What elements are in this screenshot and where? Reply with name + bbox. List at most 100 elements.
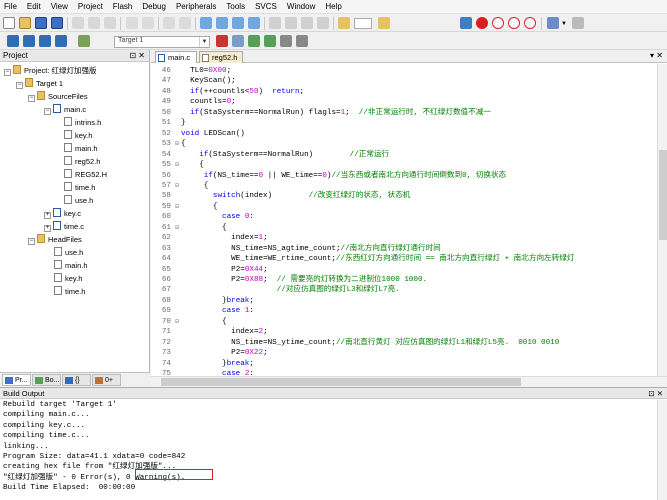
tree-group-sourcefiles[interactable]: − SourceFiles: [28, 90, 88, 103]
tab-main-c[interactable]: main.c: [155, 51, 197, 63]
uncomment-icon[interactable]: [317, 17, 329, 29]
tab-project-1[interactable]: Bo...: [32, 374, 61, 386]
redo-icon[interactable]: [142, 17, 154, 29]
expand-icon[interactable]: −: [28, 238, 35, 245]
tree-file-use-h[interactable]: use.h: [54, 246, 83, 259]
copy-icon[interactable]: [88, 17, 100, 29]
editor-vertical-scroll-thumb[interactable]: [659, 150, 667, 240]
save-all-icon[interactable]: [51, 17, 63, 29]
expand-icon[interactable]: −: [44, 108, 51, 115]
new-file-icon[interactable]: [3, 17, 15, 29]
comment-icon[interactable]: [301, 17, 313, 29]
debug-session-icon[interactable]: [460, 17, 472, 29]
download-icon[interactable]: [78, 35, 90, 47]
line-number: 50: [161, 108, 171, 117]
undo-icon[interactable]: [126, 17, 138, 29]
menu-tools[interactable]: Tools: [226, 2, 245, 11]
paste-icon[interactable]: [104, 17, 116, 29]
cut-icon[interactable]: [72, 17, 84, 29]
tree-include-main-h[interactable]: main.h: [64, 142, 98, 155]
bookmark-prev-icon[interactable]: [216, 17, 228, 29]
back-icon[interactable]: [163, 17, 175, 29]
indent-icon[interactable]: [269, 17, 281, 29]
tree-include-reg52-h[interactable]: reg52.h: [64, 155, 100, 168]
tab-project-0[interactable]: Pr...: [2, 374, 31, 386]
expand-icon[interactable]: +: [44, 225, 51, 232]
tree-group-headfiles[interactable]: − HeadFiles: [28, 233, 82, 246]
tree-file-time-c[interactable]: + time.c: [44, 220, 84, 233]
editor-close-icon[interactable]: ▾ ✕: [650, 51, 663, 60]
rebuild-icon[interactable]: [39, 35, 51, 47]
configure-icon[interactable]: [572, 17, 584, 29]
expand-icon[interactable]: +: [44, 212, 51, 219]
find-icon[interactable]: [338, 17, 350, 29]
line-text: void LEDScan(): [181, 129, 245, 138]
find-dropdown[interactable]: [354, 18, 372, 29]
menu-help[interactable]: Help: [325, 2, 341, 11]
build-output-text[interactable]: Rebuild target 'Target 1' compiling main.…: [3, 400, 653, 500]
menu-file[interactable]: File: [4, 2, 17, 11]
batch-build-icon[interactable]: [55, 35, 67, 47]
bookmark-icon[interactable]: [200, 17, 212, 29]
menu-peripherals[interactable]: Peripherals: [176, 2, 216, 11]
target-select[interactable]: Target 1 ▼: [114, 36, 210, 48]
code-area[interactable]: 46 TL0=0X00; 47 KeyScan(); 48 if(++countls…: [151, 64, 657, 376]
incremental-find-icon[interactable]: [378, 17, 390, 29]
tree-include-time-h[interactable]: time.h: [64, 181, 95, 194]
forward-icon[interactable]: [179, 17, 191, 29]
breakpoint-disable-all-icon[interactable]: [508, 17, 520, 29]
menu-window[interactable]: Window: [287, 2, 315, 11]
tree-include-key-h[interactable]: key.h: [64, 129, 92, 142]
unindent-icon[interactable]: [285, 17, 297, 29]
breakpoint-kill-all-icon[interactable]: [524, 17, 536, 29]
tree-file-main-h[interactable]: main.h: [54, 259, 88, 272]
tree-include-use-h[interactable]: use.h: [64, 194, 93, 207]
tree-target[interactable]: − Target 1: [16, 77, 63, 90]
tree-include-intrins-h[interactable]: intrins.h: [64, 116, 101, 129]
tree-file-key-c[interactable]: + key.c: [44, 207, 81, 220]
menu-project[interactable]: Project: [78, 2, 103, 11]
tab-project-2[interactable]: {} Fu...: [62, 374, 91, 396]
breakpoint-icon[interactable]: [476, 17, 488, 29]
pin-icon[interactable]: ⊡ ✕: [648, 388, 663, 399]
tab-reg52-h[interactable]: reg52.h: [199, 51, 243, 63]
menu-flash[interactable]: Flash: [113, 2, 133, 11]
tree-include-reg52-h-label: REG52.H: [75, 170, 108, 179]
editor-vertical-scrollbar[interactable]: [657, 64, 667, 376]
tree-file-main-c[interactable]: − main.c: [44, 103, 86, 116]
open-folder-icon[interactable]: [19, 17, 31, 29]
menu-edit[interactable]: Edit: [27, 2, 41, 11]
file-extensions-icon[interactable]: [232, 35, 244, 47]
menu-view[interactable]: View: [51, 2, 68, 11]
editor-horizontal-scroll-thumb[interactable]: [161, 378, 521, 386]
select-packs-icon[interactable]: [296, 35, 308, 47]
breakpoint-disable-icon[interactable]: [492, 17, 504, 29]
menu-debug[interactable]: Debug: [142, 2, 166, 11]
bookmark-clear-icon[interactable]: [248, 17, 260, 29]
expand-icon[interactable]: −: [28, 95, 35, 102]
save-icon[interactable]: [35, 17, 47, 29]
tab-project-3[interactable]: 0+ Te...: [92, 374, 121, 396]
editor-horizontal-scrollbar[interactable]: [151, 376, 667, 386]
window-layout-icon[interactable]: [547, 17, 559, 29]
pack-installer-icon[interactable]: [280, 35, 292, 47]
build-output-line: Rebuild target 'Target 1': [3, 401, 117, 409]
run-time-env-icon[interactable]: [264, 35, 276, 47]
menu-svcs[interactable]: SVCS: [255, 2, 277, 11]
expand-icon[interactable]: −: [16, 82, 23, 89]
build-output-scrollbar[interactable]: [657, 400, 667, 500]
window-layout-dropdown[interactable]: ▼: [561, 21, 567, 27]
translate-icon[interactable]: [7, 35, 19, 47]
build-icon[interactable]: [23, 35, 35, 47]
tree-file-time-h[interactable]: time.h: [54, 285, 85, 298]
pin-icon[interactable]: ⊡ ✕: [129, 50, 145, 62]
expand-icon[interactable]: −: [4, 69, 11, 76]
manage-components-icon[interactable]: [248, 35, 260, 47]
target-options-icon[interactable]: [216, 35, 228, 47]
line-number: 51: [161, 119, 171, 128]
line-text: //对应仿真图的绿灯L3和绿灯L7亮.: [276, 286, 400, 295]
tree-include-reg52-h[interactable]: REG52.H: [64, 168, 107, 181]
tree-file-key-h[interactable]: key.h: [54, 272, 82, 285]
tree-project-root[interactable]: − Project: 红绿灯加强版: [4, 64, 97, 77]
bookmark-next-icon[interactable]: [232, 17, 244, 29]
